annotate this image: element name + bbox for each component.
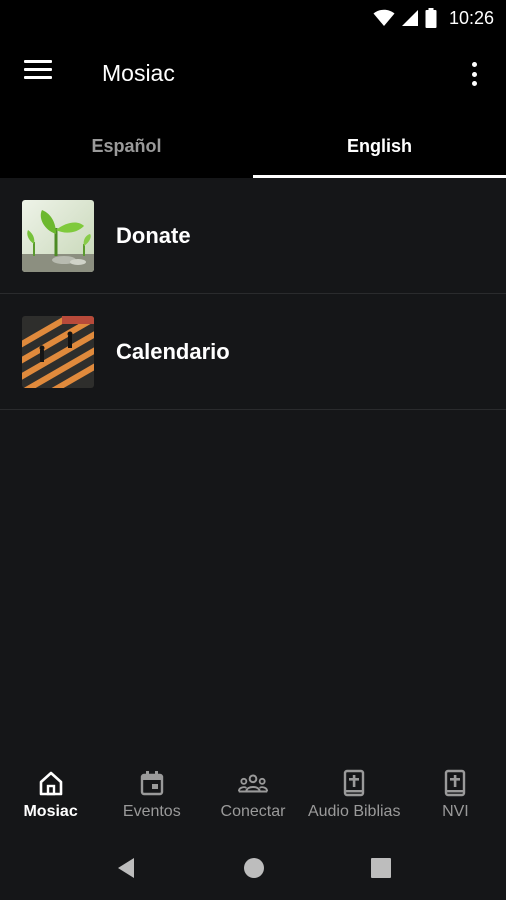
list-item-donate[interactable]: Donate bbox=[0, 178, 506, 294]
group-icon bbox=[238, 768, 268, 798]
content-list: Donate Calendario bbox=[0, 178, 506, 756]
status-bar: 10:26 bbox=[0, 0, 506, 36]
bible-icon bbox=[339, 768, 369, 798]
status-icons: 10:26 bbox=[373, 6, 494, 30]
nav-item-eventos[interactable]: Eventos bbox=[101, 756, 202, 836]
plant-sprout-image bbox=[22, 199, 94, 272]
status-time: 10:26 bbox=[448, 7, 494, 28]
nav-label: Audio Biblias bbox=[307, 803, 401, 820]
app-title: Mosiac bbox=[102, 60, 175, 86]
more-vert-icon[interactable] bbox=[466, 58, 482, 90]
nav-label: Eventos bbox=[122, 803, 181, 820]
nav-item-mosiac[interactable]: Mosiac bbox=[0, 756, 101, 836]
nav-label: NVI bbox=[442, 803, 469, 820]
app-bar: Mosiac bbox=[0, 36, 506, 114]
battery-icon bbox=[425, 8, 437, 28]
nav-label: Conectar bbox=[220, 803, 286, 820]
calendar-icon bbox=[137, 768, 167, 798]
tab-espanol[interactable]: Español bbox=[0, 114, 253, 178]
nav-label: Mosiac bbox=[23, 803, 78, 820]
crosswalk-figures-image bbox=[22, 315, 94, 388]
menu-icon[interactable] bbox=[24, 60, 56, 88]
system-navigation-bar bbox=[0, 836, 506, 900]
list-item-label: Donate bbox=[116, 222, 191, 248]
list-item-calendario[interactable]: Calendario bbox=[0, 294, 506, 410]
recents-icon[interactable] bbox=[369, 856, 393, 880]
back-icon[interactable] bbox=[114, 856, 138, 880]
nav-item-nvi[interactable]: NVI bbox=[405, 756, 506, 836]
bottom-navigation: Mosiac Eventos Conectar Audio Biblias NV… bbox=[0, 756, 506, 836]
wifi-icon bbox=[373, 9, 395, 26]
list-item-label: Calendario bbox=[116, 338, 230, 364]
signal-icon bbox=[401, 10, 418, 26]
tab-english[interactable]: English bbox=[253, 114, 506, 178]
language-tabs: Español English bbox=[0, 114, 506, 178]
bible-icon bbox=[440, 768, 470, 798]
home-icon bbox=[36, 768, 66, 798]
nav-item-audio-biblias[interactable]: Audio Biblias bbox=[304, 756, 405, 836]
home-circle-icon[interactable] bbox=[242, 856, 266, 880]
nav-item-conectar[interactable]: Conectar bbox=[202, 756, 303, 836]
